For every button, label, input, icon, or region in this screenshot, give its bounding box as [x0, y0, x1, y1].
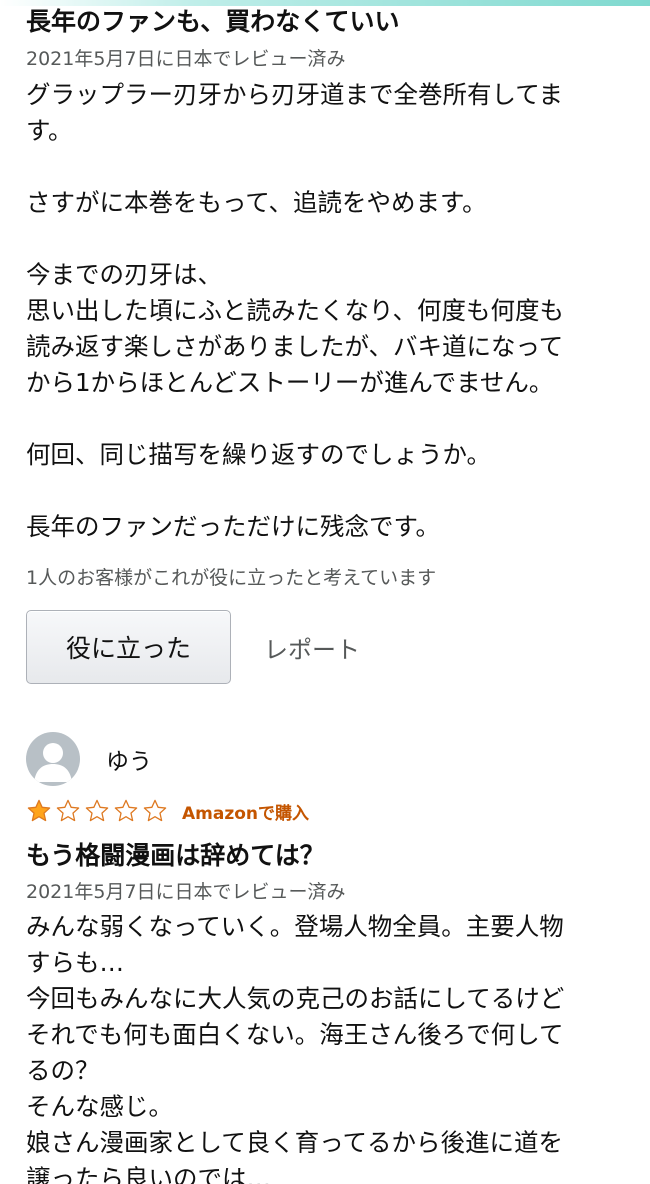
- star-empty-icon: [56, 799, 80, 822]
- rating-row: Amazonで購入: [26, 798, 309, 824]
- star-rating[interactable]: [26, 798, 171, 824]
- review-body-line: 娘さん漫画家として良く育ってるから後進に道を: [26, 1128, 564, 1157]
- reviewer-profile[interactable]: ゆう: [26, 732, 152, 786]
- review-body-line: 長年のファンだっただけに残念です。: [26, 512, 441, 541]
- review-body-line: 読み返す楽しさがありましたが、バキ道になって: [26, 332, 564, 361]
- reviewer-name: ゆう: [106, 749, 152, 775]
- review-body-line: 今回もみんなに大人気の克己のお話にしてるけど: [26, 984, 565, 1013]
- review-body: みんな弱くなっていく。登場人物全員。主要人物 すらも… 今回もみんなに大人気の克…: [26, 909, 564, 1184]
- review-actions: 役に立った レポート: [26, 610, 360, 684]
- review-title: もう格闘漫画は辞めては？: [26, 841, 325, 870]
- review-title: 長年のファンも、買わなくていい: [26, 7, 400, 36]
- review-body-line: すらも…: [26, 948, 124, 977]
- star-filled-icon: [27, 799, 51, 822]
- star-empty-icon: [143, 799, 167, 822]
- review-body-line: 何回、同じ描写を繰り返すのでしょうか。: [26, 440, 492, 469]
- helpful-count: 1人のお客様がこれが役に立ったと考えています: [26, 567, 437, 589]
- star-empty-icon: [85, 799, 109, 822]
- helpful-button[interactable]: 役に立った: [26, 610, 231, 684]
- review-body-line: さすがに本巻をもって、追読をやめます。: [26, 188, 487, 217]
- review-date: 2021年5月7日に日本でレビュー済み: [26, 881, 346, 903]
- review-body-line: 譲ったら良いのでは…: [26, 1164, 271, 1184]
- review-body: グラップラー刃牙から刃牙道まで全巻所有してま す。 さすがに本巻をもって、追読を…: [26, 77, 564, 545]
- review-body-line: 今までの刃牙は、: [26, 260, 222, 289]
- review-date: 2021年5月7日に日本でレビュー済み: [26, 48, 346, 70]
- review-page: 長年のファンも、買わなくていい 2021年5月7日に日本でレビュー済み グラップ…: [0, 0, 650, 1184]
- review-body-line: グラップラー刃牙から刃牙道まで全巻所有してま: [26, 80, 564, 109]
- user-avatar-icon: [26, 732, 80, 786]
- star-empty-icon: [114, 799, 138, 822]
- review-body-line: るの？: [26, 1056, 100, 1085]
- review-body-line: す。: [26, 116, 73, 145]
- verified-purchase-badge: Amazonで購入: [182, 803, 310, 824]
- review-body-line: みんな弱くなっていく。登場人物全員。主要人物: [26, 912, 564, 941]
- review-body-line: そんな感じ。: [26, 1092, 173, 1121]
- review-body-line: 思い出した頃にふと読みたくなり、何度も何度も: [26, 296, 565, 325]
- report-link[interactable]: レポート: [264, 630, 360, 665]
- review-body-line: それでも何も面白くない。海王さん後ろで何して: [26, 1020, 564, 1049]
- review-body-line: から1からほとんどストーリーが進んでません。: [26, 368, 554, 397]
